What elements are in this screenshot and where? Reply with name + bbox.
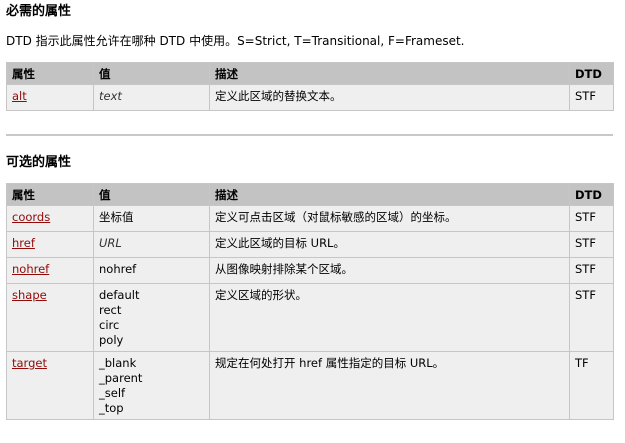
attr-link-href[interactable]: href: [12, 236, 35, 250]
value-text: text: [99, 89, 122, 103]
value-option: _parent: [99, 371, 143, 385]
table-row: coords 坐标值 定义可点击区域（对鼠标敏感的区域）的坐标。 STF: [6, 205, 614, 232]
desc-cell: 定义可点击区域（对鼠标敏感的区域）的坐标。: [209, 205, 570, 232]
table-header-row: 属性 值 描述 DTD: [6, 183, 614, 206]
table-header-row: 属性 值 描述 DTD: [6, 62, 614, 85]
dtd-cell: STF: [569, 205, 614, 232]
attr-cell: href: [6, 231, 94, 258]
optional-attributes-table: 属性 值 描述 DTD coords 坐标值 定义可点击区域（对鼠标敏感的区域）…: [6, 183, 614, 420]
dtd-cell: STF: [569, 231, 614, 258]
value-cell: default rect circ poly: [93, 283, 210, 352]
desc-cell: 定义此区域的替换文本。: [209, 84, 570, 111]
value-option: rect: [99, 303, 122, 317]
dtd-cell: STF: [569, 257, 614, 284]
header-dtd: DTD: [569, 62, 614, 85]
value-cell: _blank _parent _self _top: [93, 351, 210, 420]
value-cell: URL: [93, 231, 210, 258]
attr-link-nohref[interactable]: nohref: [12, 262, 49, 276]
table-row: nohref nohref 从图像映射排除某个区域。 STF: [6, 257, 614, 284]
value-option: poly: [99, 333, 124, 347]
attr-link-coords[interactable]: coords: [12, 210, 50, 224]
value-cell: nohref: [93, 257, 210, 284]
value-cell: 坐标值: [93, 205, 210, 232]
dtd-cell: TF: [569, 351, 614, 420]
desc-cell: 定义区域的形状。: [209, 283, 570, 352]
value-text: URL: [99, 236, 122, 250]
section-divider: [6, 134, 613, 136]
value-option: circ: [99, 318, 120, 332]
value-option: _top: [99, 401, 124, 415]
section-heading-required: 必需的属性: [6, 4, 72, 19]
attr-cell: target: [6, 351, 94, 420]
value-option: default: [99, 288, 140, 302]
attr-cell: alt: [6, 84, 94, 111]
attr-cell: nohref: [6, 257, 94, 284]
value-option: _self: [99, 386, 126, 400]
header-desc: 描述: [209, 62, 570, 85]
attr-link-target[interactable]: target: [12, 356, 47, 370]
value-option: _blank: [99, 356, 137, 370]
value-cell: text: [93, 84, 210, 111]
attr-link-alt[interactable]: alt: [12, 89, 27, 103]
attr-cell: coords: [6, 205, 94, 232]
header-desc: 描述: [209, 183, 570, 206]
header-value: 值: [93, 62, 210, 85]
header-dtd: DTD: [569, 183, 614, 206]
attr-cell: shape: [6, 283, 94, 352]
attr-link-shape[interactable]: shape: [12, 288, 47, 302]
table-row: alt text 定义此区域的替换文本。 STF: [6, 84, 614, 111]
dtd-cell: STF: [569, 283, 614, 352]
table-row: target _blank _parent _self _top 规定在何处打开…: [6, 351, 614, 420]
section-heading-optional: 可选的属性: [6, 155, 72, 170]
desc-cell: 从图像映射排除某个区域。: [209, 257, 570, 284]
header-value: 值: [93, 183, 210, 206]
dtd-cell: STF: [569, 84, 614, 111]
header-attr: 属性: [6, 62, 94, 85]
header-attr: 属性: [6, 183, 94, 206]
dtd-intro-text: DTD 指示此属性允许在哪种 DTD 中使用。S=Strict, T=Trans…: [6, 34, 465, 48]
desc-cell: 规定在何处打开 href 属性指定的目标 URL。: [209, 351, 570, 420]
table-row: href URL 定义此区域的目标 URL。 STF: [6, 231, 614, 258]
required-attributes-table: 属性 值 描述 DTD alt text 定义此区域的替换文本。 STF: [6, 62, 614, 111]
desc-cell: 定义此区域的目标 URL。: [209, 231, 570, 258]
table-row: shape default rect circ poly 定义区域的形状。 ST…: [6, 283, 614, 352]
